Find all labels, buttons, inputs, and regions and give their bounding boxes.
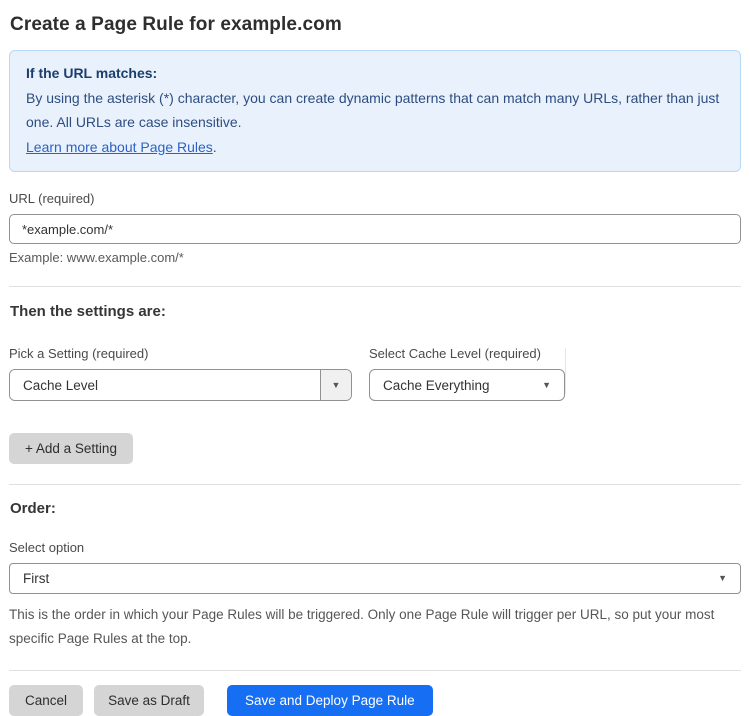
cache-level-group: Select Cache Level (required) Cache Ever… — [369, 346, 565, 401]
order-select-label: Select option — [9, 540, 85, 555]
cancel-button[interactable]: Cancel — [9, 685, 83, 716]
order-select-value: First — [23, 571, 50, 586]
learn-more-link[interactable]: Learn more about Page Rules — [26, 139, 213, 155]
url-field-label: URL (required) — [9, 191, 95, 206]
url-input[interactable] — [9, 214, 741, 244]
url-example-text: Example: www.example.com/* — [9, 250, 184, 265]
settings-section-heading: Then the settings are: — [10, 303, 166, 320]
setting-picker-label: Pick a Setting (required) — [9, 346, 149, 361]
save-and-deploy-button[interactable]: Save and Deploy Page Rule — [227, 685, 433, 716]
info-box-body: By using the asterisk (*) character, you… — [26, 89, 720, 131]
url-match-info-box: If the URL matches: By using the asteris… — [9, 50, 741, 172]
settings-row: Pick a Setting (required) Cache Level ▼ … — [9, 346, 741, 401]
divider — [9, 484, 741, 485]
divider — [9, 286, 741, 287]
chevron-down-icon: ▼ — [542, 379, 551, 390]
link-suffix: . — [212, 138, 217, 155]
divider — [9, 670, 741, 671]
setting-picker-arrow-box[interactable]: ▼ — [320, 370, 351, 400]
order-help-text: This is the order in which your Page Rul… — [9, 607, 715, 646]
chevron-down-icon: ▼ — [331, 379, 341, 390]
setting-picker-value: Cache Level — [10, 370, 320, 400]
chevron-down-icon: ▼ — [718, 573, 727, 583]
form-actions: Cancel Save as Draft Save and Deploy Pag… — [9, 685, 741, 716]
info-box-heading: If the URL matches: — [26, 65, 158, 81]
settings-column-divider — [565, 348, 566, 394]
add-setting-button[interactable]: + Add a Setting — [9, 433, 133, 464]
setting-picker-select[interactable]: Cache Level ▼ — [9, 369, 352, 401]
order-section-heading: Order: — [10, 500, 56, 517]
order-select[interactable]: First ▼ — [9, 563, 741, 594]
cache-level-label: Select Cache Level (required) — [369, 346, 541, 361]
cache-level-select[interactable]: Cache Everything ▼ — [369, 369, 565, 401]
page-title: Create a Page Rule for example.com — [10, 14, 342, 35]
page-rule-form: Create a Page Rule for example.com If th… — [0, 0, 750, 716]
info-box-link-line: Learn more about Page Rules. — [26, 135, 724, 160]
save-as-draft-button[interactable]: Save as Draft — [94, 685, 204, 716]
setting-picker-group: Pick a Setting (required) Cache Level ▼ — [9, 346, 352, 401]
cache-level-value: Cache Everything — [383, 377, 490, 393]
